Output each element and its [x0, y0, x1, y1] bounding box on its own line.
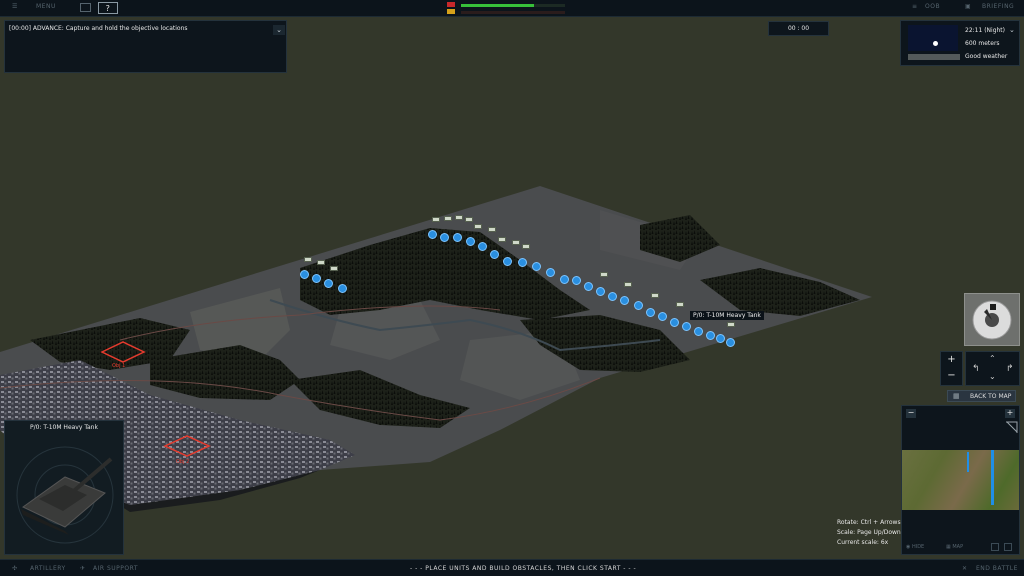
unit-flag[interactable]: [304, 257, 312, 262]
bottom-bar: ✣ ARTILLERY ✈ AIR SUPPORT - - - PLACE UN…: [0, 559, 1024, 576]
minimap-option-button[interactable]: [991, 543, 999, 551]
zoom-controls: + −: [940, 351, 963, 386]
unit-flag[interactable]: [330, 266, 338, 271]
compass-widget[interactable]: [964, 293, 1020, 346]
minimap-map-button[interactable]: ▦ MAP: [946, 544, 963, 550]
help-rotate: Rotate: Ctrl + Arrows: [837, 519, 901, 526]
friendly-unit-marker[interactable]: [716, 334, 725, 343]
tank-portrait: [16, 446, 114, 544]
unit-card-title: P/0: T-10M Heavy Tank: [30, 424, 98, 431]
unit-flag[interactable]: [444, 216, 452, 221]
friendly-unit-marker[interactable]: [670, 318, 679, 327]
friendly-unit-marker[interactable]: [312, 274, 321, 283]
grid-icon: ▦: [953, 392, 960, 400]
friendly-unit-marker[interactable]: [503, 257, 512, 266]
friendly-unit-marker[interactable]: [338, 284, 347, 293]
rotate-left-icon[interactable]: ↰: [972, 364, 980, 374]
friendly-unit-marker[interactable]: [440, 233, 449, 242]
friendly-unit-marker[interactable]: [453, 233, 462, 242]
minimap-map-label: MAP: [952, 544, 964, 550]
expand-corner-icon[interactable]: [1006, 421, 1018, 433]
back-to-map-button[interactable]: ▦ BACK TO MAP: [947, 390, 1016, 402]
friendly-unit-marker[interactable]: [634, 301, 643, 310]
unit-flag[interactable]: [651, 293, 659, 298]
friendly-unit-marker[interactable]: [478, 242, 487, 251]
friendly-unit-marker[interactable]: [658, 312, 667, 321]
help-current-scale: Current scale: 6x: [837, 539, 889, 546]
artillery-button[interactable]: ARTILLERY: [30, 565, 66, 572]
friendly-unit-marker[interactable]: [608, 292, 617, 301]
friendly-unit-marker[interactable]: [682, 322, 691, 331]
objective-zone-label: Obj 2: [176, 459, 190, 465]
unit-flag[interactable]: [455, 215, 463, 220]
unit-flag[interactable]: [522, 244, 530, 249]
friendly-unit-marker[interactable]: [546, 268, 555, 277]
friendly-unit-marker[interactable]: [572, 276, 581, 285]
minimap-hide-button[interactable]: ◉ HIDE: [906, 544, 924, 550]
battlefield-map[interactable]: [0, 0, 1024, 576]
minimap-zoom-in-button[interactable]: +: [1005, 409, 1015, 418]
instruction-text: - - - PLACE UNITS AND BUILD OBSTACLES, T…: [410, 565, 637, 572]
minimap-zoom-out-button[interactable]: −: [906, 409, 916, 418]
unit-tooltip: P/0: T-10M Heavy Tank: [690, 311, 764, 320]
unit-flag[interactable]: [465, 217, 473, 222]
zoom-in-button[interactable]: +: [941, 354, 962, 365]
friendly-unit-marker[interactable]: [620, 296, 629, 305]
rotate-right-icon[interactable]: ↱: [1006, 364, 1014, 374]
help-scale: Scale: Page Up/Down: [837, 529, 901, 536]
friendly-unit-marker[interactable]: [466, 237, 475, 246]
friendly-unit-marker[interactable]: [646, 308, 655, 317]
friendly-unit-marker[interactable]: [490, 250, 499, 259]
friendly-unit-marker[interactable]: [324, 279, 333, 288]
friendly-unit-marker[interactable]: [706, 331, 715, 340]
chevron-up-icon[interactable]: ⌃: [989, 354, 996, 363]
unit-flag[interactable]: [676, 302, 684, 307]
unit-card: P/0: T-10M Heavy Tank: [4, 420, 124, 555]
unit-flag[interactable]: [727, 322, 735, 327]
minimap-option-button[interactable]: [1004, 543, 1012, 551]
compass-icon: [972, 300, 1012, 340]
friendly-unit-marker[interactable]: [560, 275, 569, 284]
minimap-friendly-line: [967, 452, 969, 472]
minimap-hide-label: HIDE: [911, 544, 925, 550]
close-icon[interactable]: ✕: [962, 565, 968, 572]
friendly-unit-marker[interactable]: [532, 262, 541, 271]
friendly-unit-marker[interactable]: [428, 230, 437, 239]
unit-flag[interactable]: [498, 237, 506, 242]
unit-flag[interactable]: [474, 224, 482, 229]
unit-flag[interactable]: [600, 272, 608, 277]
rotate-controls: ⌃ ↰ ↱ ⌄: [965, 351, 1020, 386]
minimap-panel: − + ◉ HIDE ▦ MAP: [901, 405, 1020, 555]
unit-flag[interactable]: [317, 260, 325, 265]
friendly-unit-marker[interactable]: [596, 287, 605, 296]
plane-icon[interactable]: ✈: [80, 565, 86, 572]
friendly-unit-marker[interactable]: [300, 270, 309, 279]
friendly-unit-marker[interactable]: [584, 282, 593, 291]
minimap-friendly-line: [991, 450, 994, 505]
objective-zone-label: Obj 1: [112, 363, 126, 369]
back-to-map-label: BACK TO MAP: [970, 393, 1012, 400]
unit-flag[interactable]: [432, 217, 440, 222]
controls-help: Rotate: Ctrl + Arrows Scale: Page Up/Dow…: [837, 518, 901, 548]
artillery-icon[interactable]: ✣: [12, 565, 18, 572]
end-battle-button[interactable]: END BATTLE: [976, 565, 1018, 572]
friendly-unit-marker[interactable]: [726, 338, 735, 347]
minimap-terrain[interactable]: [902, 450, 1019, 510]
air-support-button[interactable]: AIR SUPPORT: [93, 565, 138, 572]
friendly-unit-marker[interactable]: [518, 258, 527, 267]
friendly-unit-marker[interactable]: [694, 327, 703, 336]
unit-flag[interactable]: [624, 282, 632, 287]
unit-flag[interactable]: [512, 240, 520, 245]
zoom-out-button[interactable]: −: [941, 370, 962, 381]
chevron-down-icon[interactable]: ⌄: [989, 372, 996, 381]
unit-flag[interactable]: [488, 227, 496, 232]
